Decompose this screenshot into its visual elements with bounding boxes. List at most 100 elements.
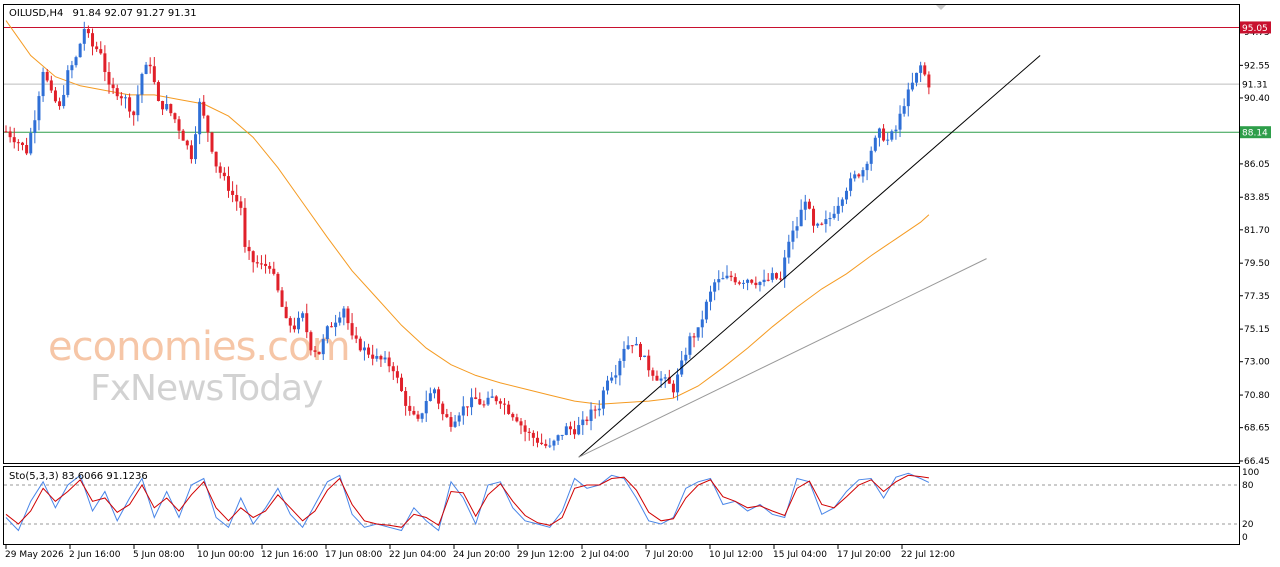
candle-bull [432,389,436,394]
candle-bear [58,101,62,107]
candle-bear [259,263,263,265]
candle-bull [581,419,585,426]
candle-bull [684,354,688,361]
candle-bull [490,396,494,398]
candle-bull [338,317,342,323]
stoch-axis-label: 20 [1242,520,1254,530]
candle-bear [255,262,259,264]
candle-bull [144,64,148,74]
candle-bull [696,327,700,338]
candle-bull [643,355,647,357]
candle-bear [445,414,449,418]
candle-bull [844,190,848,200]
candle-bull [560,434,564,436]
candle-bear [519,421,523,426]
candle-bear [379,356,383,360]
candle-bull [424,400,428,414]
candle-bear [107,71,111,85]
x-tick-label: 2 Jun 16:00 [69,550,121,560]
candle-bear [404,391,408,406]
candle-bull [29,133,33,154]
candle-bull [741,282,745,284]
candle-bull [62,94,66,107]
candle-bull [704,301,708,320]
x-tick-label: 7 Jul 20:00 [645,550,694,560]
candle-bear [395,371,399,378]
candle-bull [709,291,713,302]
candle-bear [247,246,251,252]
candle-bear [573,429,577,435]
candle-bull [461,406,465,416]
y-tick-label: 79.50 [1244,259,1270,269]
y-tick-label: 66.45 [1244,457,1270,467]
candle-bear [535,437,539,443]
candle-bear [671,383,675,393]
candle-bear [540,442,544,444]
candle-bear [371,354,375,359]
candle-bull [849,178,853,191]
candle-bear [568,426,572,430]
candle-bear [511,413,515,418]
candle-bear [181,130,185,141]
x-tick-label: 10 Jun 00:00 [197,550,254,560]
candle-bear [882,128,886,141]
candle-bear [638,343,642,357]
candle-bear [400,377,404,392]
candle-bull [865,163,869,171]
candle-bear [692,336,696,338]
candle-bear [169,104,173,114]
candle-bull [610,377,614,381]
x-tick-label: 5 Jun 08:00 [133,550,185,560]
candle-bear [507,404,511,414]
candle-bull [795,226,799,231]
candle-bear [53,90,57,102]
candle-bull [840,199,844,206]
x-tick-label: 22 Jul 12:00 [901,550,955,560]
candle-bear [276,273,280,291]
ohlc-values: 91.84 92.07 91.27 91.31 [73,8,197,19]
candle-bull [663,377,667,379]
candle-bull [614,375,618,378]
price-chart[interactable]: economies.com FxNewsToday 94.7592.5590.4… [0,0,1280,567]
candle-bear [132,111,136,116]
stoch-axis-label: 0 [1242,533,1248,543]
candle-bull [803,201,807,210]
candle-bull [123,97,127,99]
candle-bear [820,223,824,225]
candle-bear [210,132,214,152]
candle-bull [898,113,902,130]
y-tick-label: 70.80 [1244,391,1270,401]
candle-bear [733,277,737,283]
candle-bear [91,33,95,47]
candle-bear [115,88,119,97]
candle-bull [634,343,638,346]
candle-bear [441,403,445,415]
candle-bear [923,65,927,75]
candle-bull [873,137,877,151]
candle-bull [762,279,766,283]
candle-bull [552,440,556,446]
candle-bear [416,414,420,419]
candle-bull [564,426,568,435]
candle-bull [37,96,41,121]
candle-bear [544,443,548,446]
candle-bear [49,80,53,91]
x-tick-label: 15 Jul 04:00 [773,550,827,560]
candle-bear [251,251,255,263]
candle-bear [329,326,333,328]
candle-bull [618,360,622,376]
x-tick-label: 12 Jun 16:00 [261,550,318,560]
candle-bear [272,268,276,274]
candle-bear [346,308,350,324]
candle-bull [362,347,366,351]
candle-bear [515,417,519,422]
candle-bear [128,97,132,112]
candle-bear [288,318,292,326]
candle-bear [531,432,535,438]
price-tags: 95.05 91.31 88.14 [1240,21,1271,139]
candle-bear [202,101,206,116]
candle-bull [906,89,910,107]
candle-bull [713,282,717,292]
candle-bull [853,174,857,179]
candle-bull [41,71,45,97]
